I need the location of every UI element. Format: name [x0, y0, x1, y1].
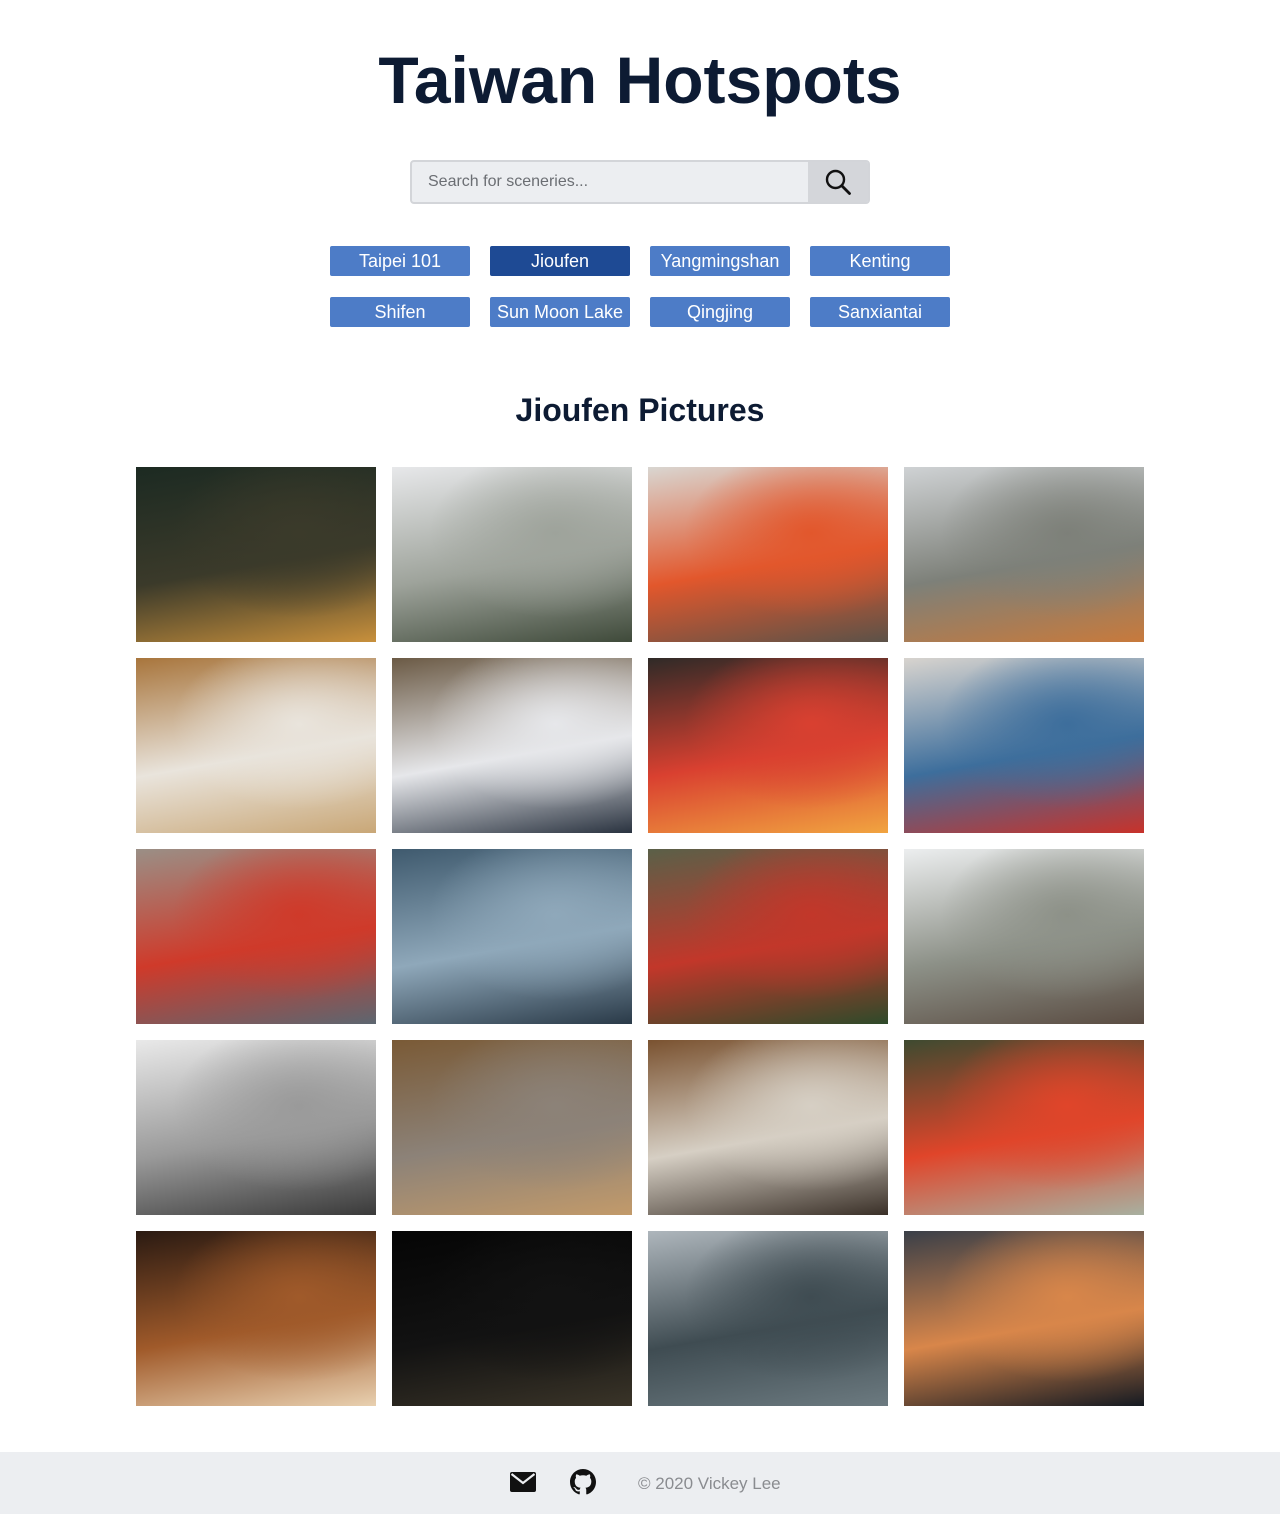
location-tags: Taipei 101 Jioufen Yangmingshan Kenting …: [330, 246, 950, 327]
search-bar: [410, 160, 870, 204]
page-title: Taiwan Hotspots: [378, 43, 902, 117]
gallery-photo[interactable]: [648, 1231, 888, 1406]
gallery-photo[interactable]: [648, 1040, 888, 1215]
gallery-photo[interactable]: [648, 658, 888, 833]
footer: © 2020 Vickey Lee: [0, 1452, 1280, 1514]
tag-qingjing[interactable]: Qingjing: [650, 297, 790, 327]
gallery-photo[interactable]: [392, 467, 632, 642]
photo-gallery: [136, 467, 1144, 1406]
gallery-photo[interactable]: [904, 849, 1144, 1024]
gallery-photo[interactable]: [136, 467, 376, 642]
tag-yangmingshan[interactable]: Yangmingshan: [650, 246, 790, 276]
gallery-photo[interactable]: [648, 467, 888, 642]
tag-taipei-101[interactable]: Taipei 101: [330, 246, 470, 276]
tag-sanxiantai[interactable]: Sanxiantai: [810, 297, 950, 327]
copyright-text: © 2020 Vickey Lee: [638, 1474, 781, 1493]
gallery-photo[interactable]: [136, 658, 376, 833]
search-button[interactable]: [808, 162, 868, 202]
gallery-photo[interactable]: [904, 1040, 1144, 1215]
gallery-photo[interactable]: [392, 849, 632, 1024]
gallery-photo[interactable]: [904, 658, 1144, 833]
gallery-photo[interactable]: [392, 658, 632, 833]
gallery-photo[interactable]: [392, 1040, 632, 1215]
search-input[interactable]: [412, 162, 808, 202]
gallery-photo[interactable]: [136, 1231, 376, 1406]
tag-kenting[interactable]: Kenting: [810, 246, 950, 276]
gallery-title: Jioufen Pictures: [515, 392, 765, 428]
gallery-photo[interactable]: [904, 1231, 1144, 1406]
github-icon[interactable]: [570, 1469, 596, 1495]
gallery-photo[interactable]: [904, 467, 1144, 642]
tag-jioufen[interactable]: Jioufen: [490, 246, 630, 276]
gallery-photo[interactable]: [136, 1040, 376, 1215]
tag-shifen[interactable]: Shifen: [330, 297, 470, 327]
mail-icon[interactable]: [510, 1471, 536, 1493]
gallery-photo[interactable]: [136, 849, 376, 1024]
gallery-photo[interactable]: [392, 1231, 632, 1406]
gallery-photo[interactable]: [648, 849, 888, 1024]
tag-sun-moon-lake[interactable]: Sun Moon Lake: [490, 297, 630, 327]
search-icon: [825, 169, 851, 195]
